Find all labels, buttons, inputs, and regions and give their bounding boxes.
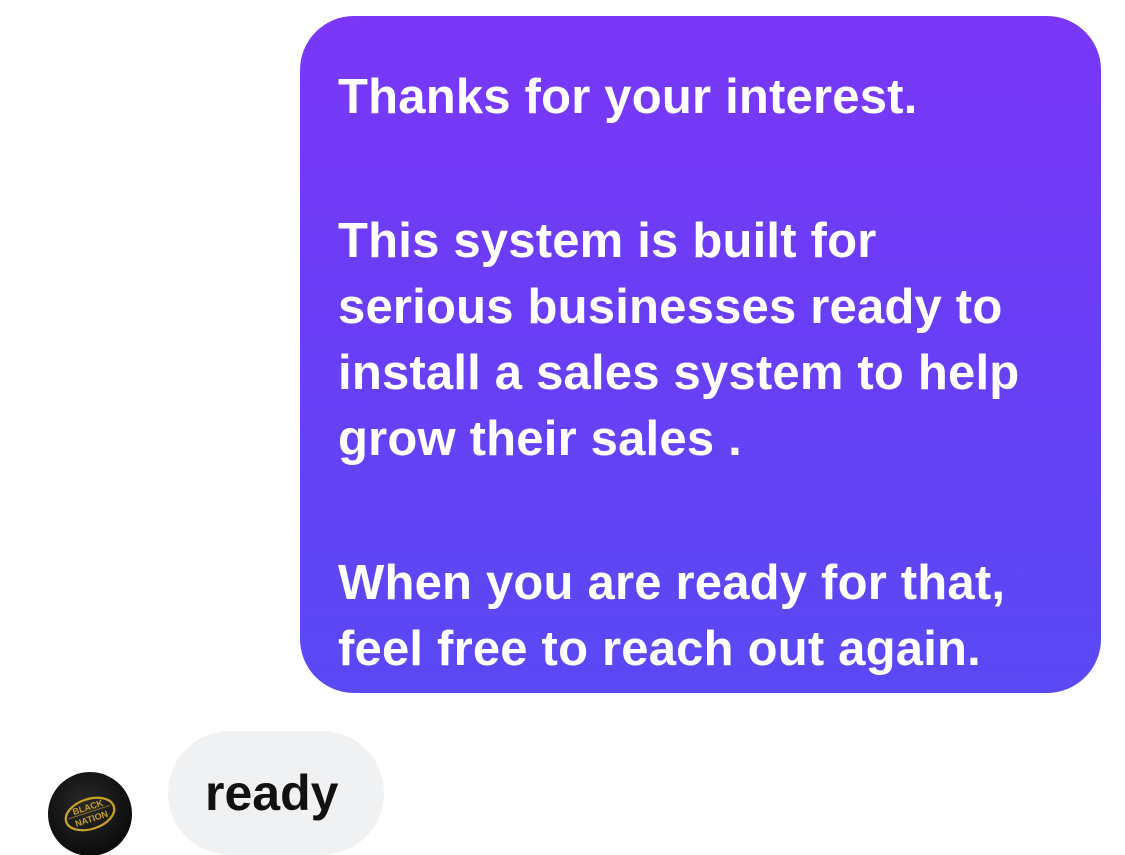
sender-avatar[interactable]: BLACK NATION <box>48 772 132 855</box>
message-text-line: When you are ready for that, <box>338 556 1006 610</box>
message-text-line: grow their sales . <box>338 412 742 466</box>
message-text-line: serious businesses ready to <box>338 280 1003 334</box>
outgoing-message-bubble[interactable]: Thanks for your interest. This system is… <box>300 16 1101 693</box>
message-text-line: feel free to reach out again. <box>338 622 981 676</box>
message-text-line: install a sales system to help <box>338 346 1020 400</box>
incoming-message-bubble[interactable]: ready <box>168 731 384 855</box>
message-text-line: This system is built for <box>338 214 877 268</box>
message-text-line: Thanks for your interest. <box>338 70 918 124</box>
black-nation-logo-icon: BLACK NATION <box>64 796 116 832</box>
incoming-message-text: ready <box>205 765 339 821</box>
chat-thread: Thanks for your interest. This system is… <box>0 0 1125 855</box>
